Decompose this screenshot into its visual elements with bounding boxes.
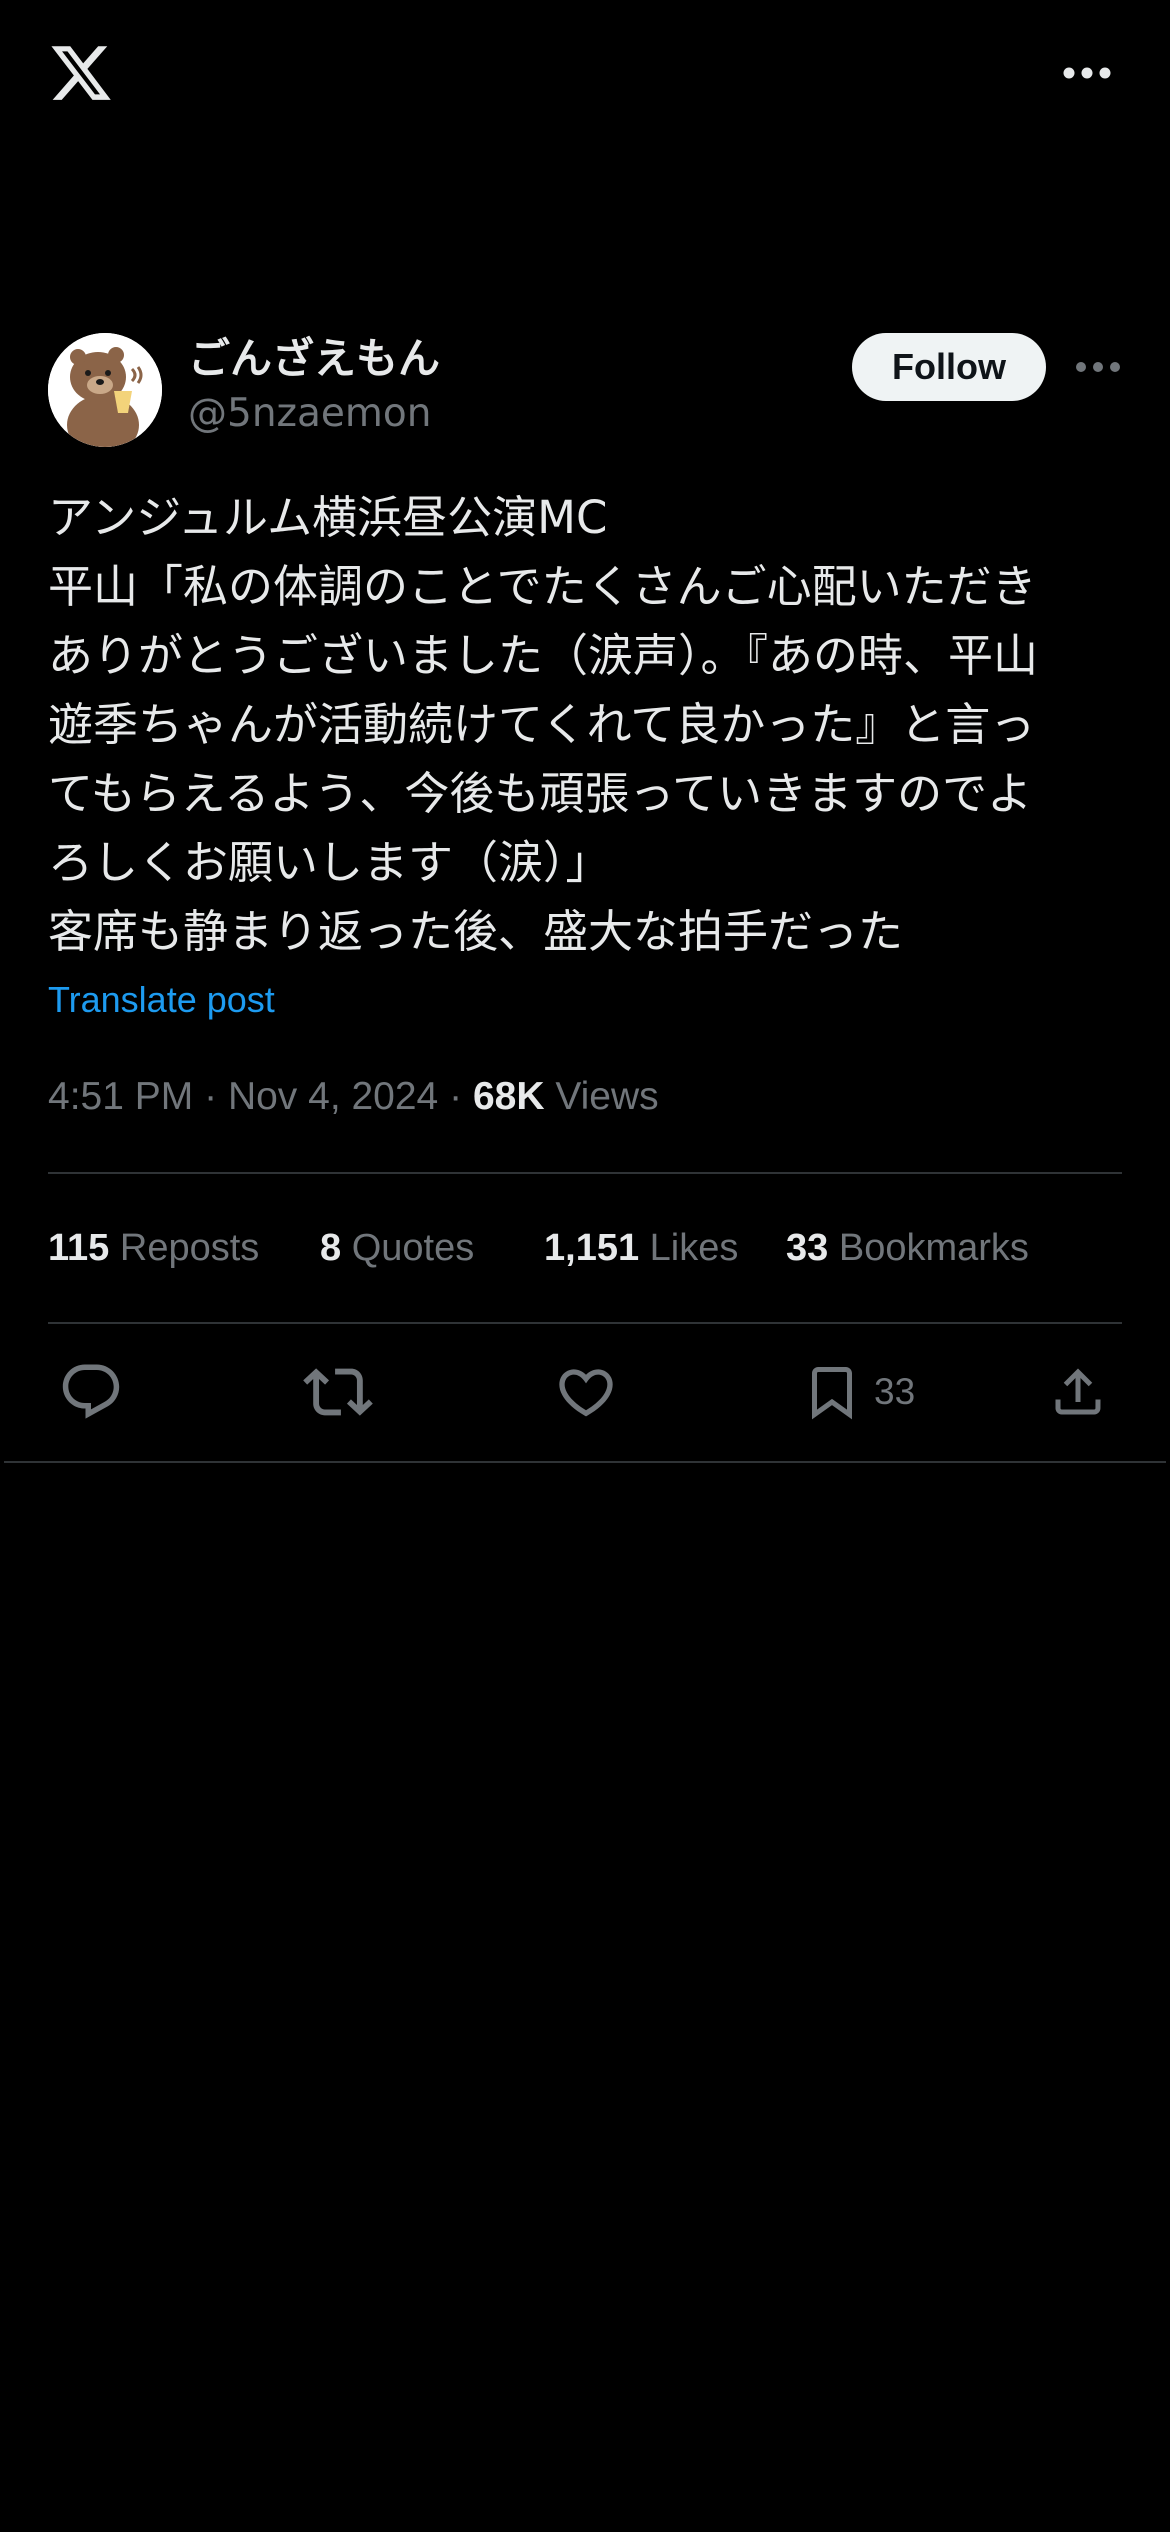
share-icon [1055,1368,1101,1415]
bookmarks-stat[interactable]: 33 Bookmarks [786,1218,1029,1278]
quotes-count: 8 [320,1227,342,1269]
likes-label: Likes [649,1227,739,1269]
author-name[interactable]: ごんざえもん [188,333,440,385]
bookmark-count: 33 [874,1371,916,1412]
repost-icon [303,1368,373,1416]
repost-button[interactable] [303,1352,373,1432]
reposts-count: 115 [48,1227,110,1269]
views-count: 68K [472,1075,545,1118]
meta-separator: · [449,1075,463,1118]
tweet-line: ありがとうございました（涙声）。『あの時、平山 [48,629,1039,682]
x-logo-icon[interactable] [48,40,114,106]
reposts-stat[interactable]: 115 Reposts [48,1218,259,1278]
divider [48,1322,1122,1324]
bookmarks-count: 33 [786,1227,829,1269]
tweet-line: 遊季ちゃんが活動続けてくれて良かった』と言っ [48,698,1036,751]
avatar[interactable] [48,333,162,447]
tweet-text: アンジュルム横浜昼公演MC 平山「私の体調のことでたくさんご心配いただき ありが… [48,483,1118,966]
likes-count: 1,151 [544,1227,640,1269]
like-button[interactable] [554,1352,618,1432]
views-label: Views [555,1075,659,1118]
divider [48,1172,1122,1174]
tweet-line: 客席も静まり返った後、盛大な拍手だった [48,905,904,958]
post-meta: 4:51 PM · Nov 4, 2024 · 68K Views [48,1067,659,1127]
divider [4,1461,1166,1463]
tweet-line: 平山「私の体調のことでたくさんご心配いただき [48,560,1037,613]
bookmarks-label: Bookmarks [838,1227,1029,1269]
likes-stat[interactable]: 1,151 Likes [544,1218,738,1278]
reply-button[interactable] [58,1352,124,1432]
author-row: ごんざえもん @5nzaemon Follow [48,333,1122,449]
quotes-label: Quotes [351,1227,475,1269]
post-time[interactable]: 4:51 PM [48,1075,193,1118]
meta-separator: · [204,1075,218,1118]
post-date[interactable]: Nov 4, 2024 [228,1075,438,1118]
author-handle[interactable]: @5nzaemon [188,389,431,439]
reposts-label: Reposts [119,1227,260,1269]
quotes-stat[interactable]: 8 Quotes [320,1218,474,1278]
action-bar: 33 [0,1352,1170,1432]
tweet-line: アンジュルム横浜昼公演MC [48,491,608,544]
top-bar [0,0,1170,150]
tweet-line: ろしくお願いします（涙）」 [48,836,611,889]
share-button[interactable] [1048,1352,1108,1432]
more-options-icon[interactable] [1062,62,1112,84]
follow-button[interactable]: Follow [852,333,1046,401]
bookmark-icon [812,1367,852,1420]
post-more-options-icon[interactable] [1074,359,1122,375]
tweet-line: てもらえるよう、今後も頑張っていきますのでよ [48,767,1033,820]
translate-post-link[interactable]: Translate post [48,973,275,1027]
like-icon [559,1369,613,1417]
bookmark-button[interactable] [802,1352,862,1432]
reply-icon [62,1364,120,1419]
